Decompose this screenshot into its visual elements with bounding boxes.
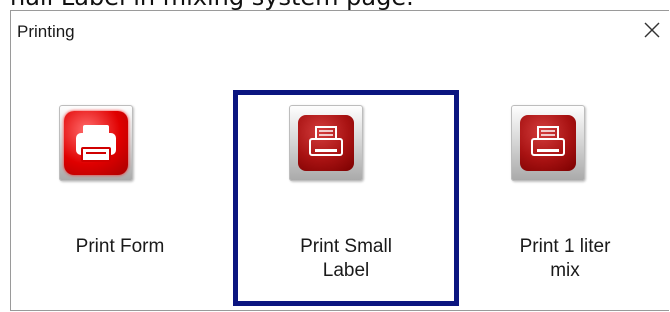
close-icon: [644, 22, 660, 38]
printer-icon: [520, 115, 576, 171]
close-button[interactable]: [641, 19, 663, 41]
selection-highlight: [233, 90, 459, 306]
print-form-label: Print Form: [75, 236, 165, 257]
print-form-button[interactable]: Print Form: [25, 85, 195, 285]
document-caption: nall Label in mixing system page.: [0, 0, 670, 10]
print-1-liter-mix-button[interactable]: Print 1 liter mix: [468, 85, 638, 285]
caption-text: nall Label in mixing system page.: [10, 0, 414, 10]
dialog-title: Printing: [17, 22, 75, 41]
print-1-liter-mix-label: Print 1 liter mix: [519, 236, 611, 281]
printer-icon: [64, 111, 128, 175]
print-form-tile: [59, 105, 133, 181]
print-1-liter-mix-tile: [511, 105, 585, 181]
